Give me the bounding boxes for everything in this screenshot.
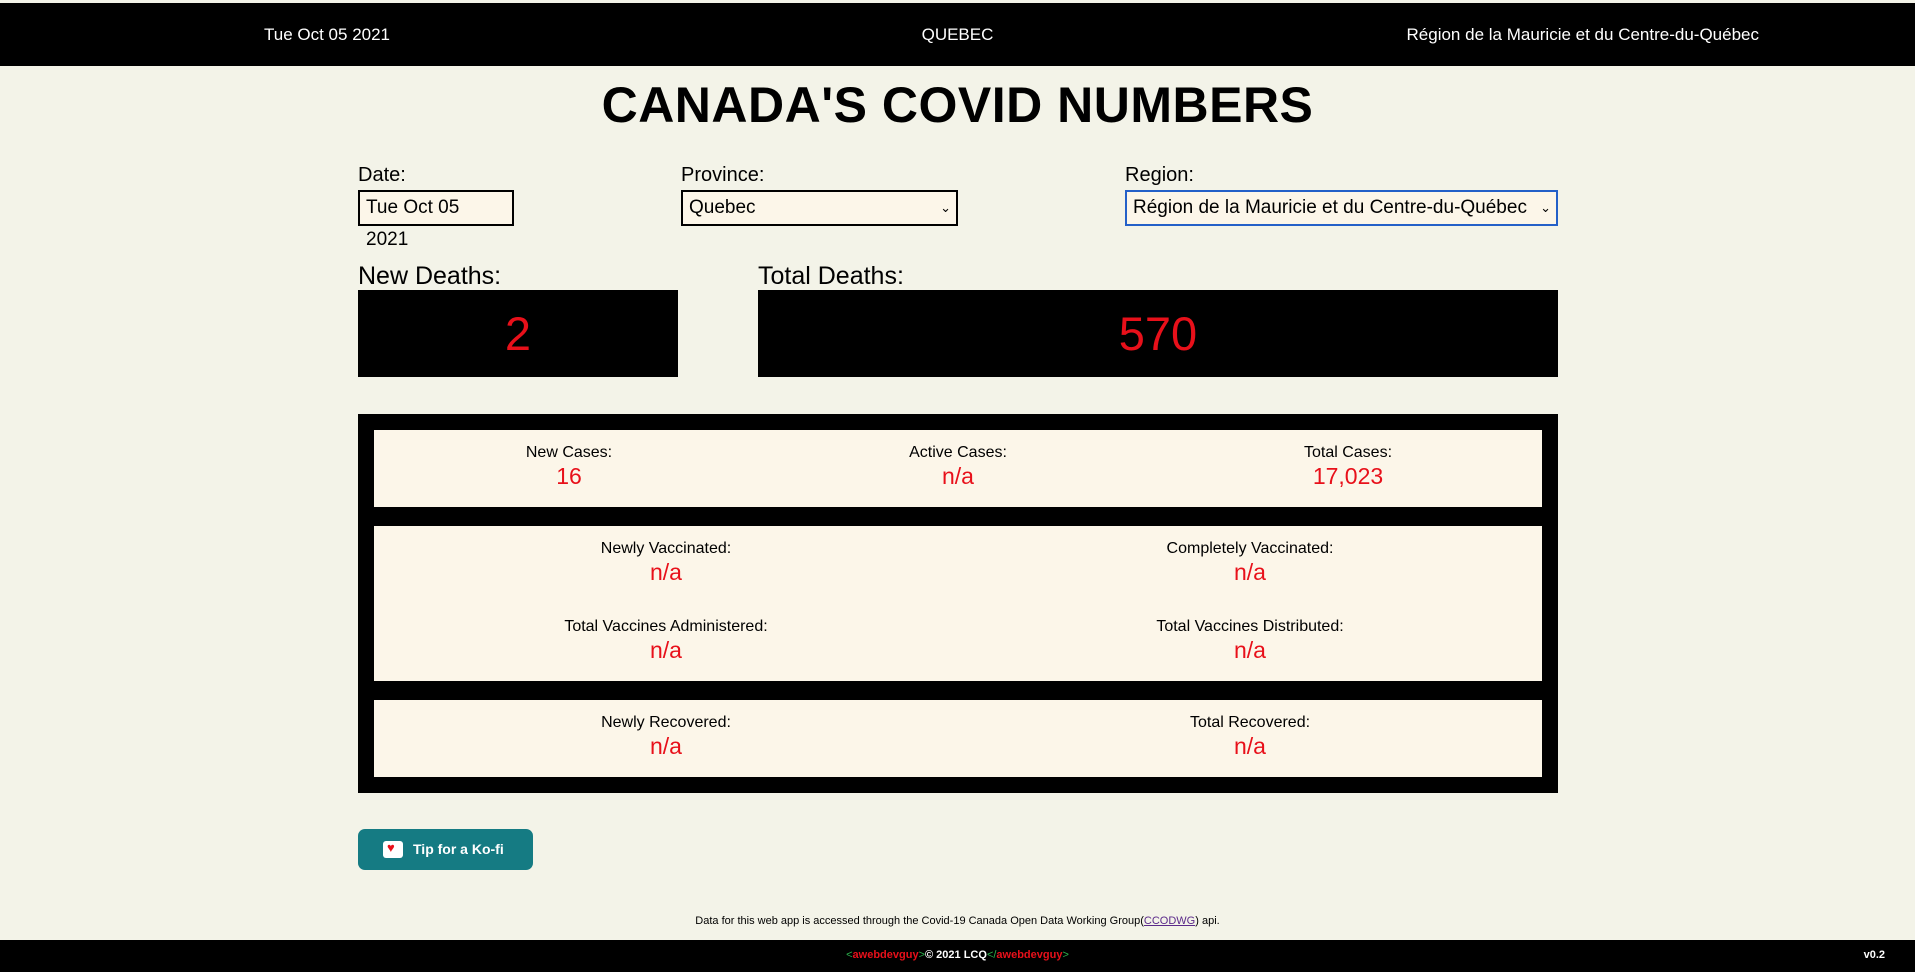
- province-label: Province:: [681, 164, 765, 186]
- completely-vaccinated-stat: Completely Vaccinated: n/a: [1100, 540, 1400, 586]
- footer-credit: <awebdevguy>© 2021 LCQ</awebdevguy>: [0, 949, 1915, 961]
- new-deaths-label: New Deaths:: [358, 262, 502, 290]
- page-title: CANADA'S COVID NUMBERS: [601, 77, 1314, 133]
- active-cases-value: n/a: [942, 463, 974, 489]
- newly-vaccinated-label: Newly Vaccinated:: [600, 540, 732, 557]
- top-header-bar: Tue Oct 05 2021 QUEBEC Région de la Maur…: [0, 3, 1915, 66]
- date-input-value: Tue Oct 05 2021: [366, 197, 460, 250]
- total-recovered-stat: Total Recovered: n/a: [1100, 714, 1400, 760]
- newly-recovered-label: Newly Recovered:: [601, 714, 731, 731]
- chevron-down-icon: ⌄: [1540, 200, 1551, 215]
- newly-recovered-value: n/a: [650, 733, 682, 759]
- data-source-note: Data for this web app is accessed throug…: [0, 915, 1915, 927]
- total-vaccines-administered-value: n/a: [650, 637, 682, 663]
- app-version: v0.2: [1863, 949, 1885, 961]
- kofi-tip-label: Tip for a Ko-fi: [413, 841, 504, 857]
- total-cases-label: Total Cases:: [1303, 444, 1393, 461]
- data-source-text: Data for this web app is accessed throug…: [695, 915, 1144, 927]
- completely-vaccinated-label: Completely Vaccinated:: [1166, 540, 1334, 557]
- footer-author-open: awebdevguy: [852, 949, 919, 961]
- province-select[interactable]: Quebec ⌄: [681, 190, 958, 226]
- footer-tag-close-lt: </: [986, 949, 997, 961]
- new-deaths-value: 2: [358, 290, 678, 377]
- new-cases-stat: New Cases: 16: [419, 444, 719, 490]
- date-label: Date:: [358, 164, 406, 186]
- stats-container: New Cases: 16 Active Cases: n/a Total Ca…: [358, 414, 1558, 793]
- total-recovered-label: Total Recovered:: [1189, 714, 1311, 731]
- total-vaccines-distributed-value: n/a: [1234, 637, 1266, 663]
- total-deaths-value: 570: [758, 290, 1558, 377]
- total-recovered-value: n/a: [1234, 733, 1266, 759]
- total-vaccines-administered-label: Total Vaccines Administered:: [564, 618, 768, 635]
- footer-tag-close-gt: >: [1062, 949, 1069, 961]
- total-cases-stat: Total Cases: 17,023: [1198, 444, 1498, 490]
- recovered-panel: Newly Recovered: n/a Total Recovered: n/…: [374, 700, 1542, 777]
- total-vaccines-administered-stat: Total Vaccines Administered: n/a: [516, 618, 816, 664]
- date-input[interactable]: Tue Oct 05 2021: [358, 190, 514, 250]
- newly-vaccinated-stat: Newly Vaccinated: n/a: [516, 540, 816, 586]
- completely-vaccinated-value: n/a: [1234, 559, 1266, 585]
- vaccines-panel: Newly Vaccinated: n/a Completely Vaccina…: [374, 526, 1542, 681]
- active-cases-label: Active Cases:: [909, 444, 1007, 461]
- footer-bar: <awebdevguy>© 2021 LCQ</awebdevguy> v0.2: [0, 940, 1915, 972]
- region-label: Region:: [1125, 164, 1194, 186]
- total-deaths-label: Total Deaths:: [758, 262, 904, 290]
- total-vaccines-distributed-label: Total Vaccines Distributed:: [1156, 618, 1344, 635]
- data-source-text-end: ) api.: [1195, 915, 1220, 927]
- footer-copyright: © 2021 LCQ: [925, 949, 987, 961]
- ccodwg-link[interactable]: CCODWG: [1144, 915, 1195, 927]
- total-vaccines-distributed-stat: Total Vaccines Distributed: n/a: [1100, 618, 1400, 664]
- province-select-value: Quebec: [689, 197, 756, 218]
- header-region: Région de la Mauricie et du Centre-du-Qu…: [1406, 25, 1759, 44]
- region-select-value: Région de la Mauricie et du Centre-du-Qu…: [1133, 197, 1527, 218]
- footer-author-close: awebdevguy: [996, 949, 1063, 961]
- total-cases-value: 17,023: [1312, 463, 1384, 489]
- chevron-down-icon: ⌄: [940, 200, 951, 215]
- region-select[interactable]: Région de la Mauricie et du Centre-du-Qu…: [1125, 190, 1558, 226]
- newly-vaccinated-value: n/a: [650, 559, 682, 585]
- coffee-cup-heart-icon: ♥: [383, 840, 403, 858]
- new-cases-value: 16: [556, 463, 582, 489]
- active-cases-stat: Active Cases: n/a: [808, 444, 1108, 490]
- cases-panel: New Cases: 16 Active Cases: n/a Total Ca…: [374, 430, 1542, 507]
- new-cases-label: New Cases:: [525, 444, 613, 461]
- kofi-tip-button[interactable]: ♥ Tip for a Ko-fi: [358, 829, 533, 870]
- newly-recovered-stat: Newly Recovered: n/a: [516, 714, 816, 760]
